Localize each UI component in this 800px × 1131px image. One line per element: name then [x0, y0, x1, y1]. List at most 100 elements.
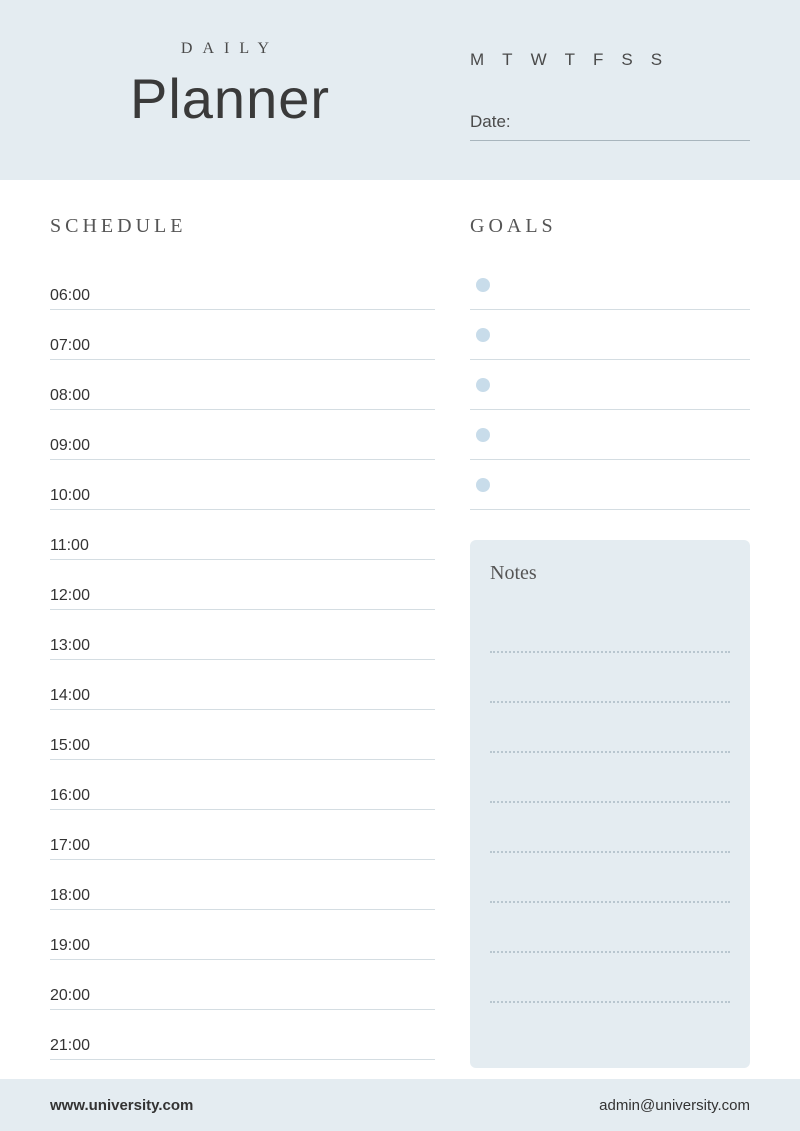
- note-line: [490, 753, 730, 803]
- right-column: GOALS Notes: [470, 215, 750, 1068]
- goal-input[interactable]: [504, 326, 750, 343]
- schedule-row: 08:00: [50, 360, 435, 410]
- header-subtitle: DAILY: [50, 40, 410, 58]
- goal-input[interactable]: [504, 426, 750, 443]
- schedule-input[interactable]: [110, 888, 435, 905]
- schedule-input[interactable]: [110, 1038, 435, 1055]
- schedule-time: 15:00: [50, 737, 110, 755]
- schedule-time: 11:00: [50, 537, 110, 555]
- goal-input[interactable]: [504, 276, 750, 293]
- schedule-row: 19:00: [50, 910, 435, 960]
- schedule-row: 21:00: [50, 1010, 435, 1060]
- schedule-row: 16:00: [50, 760, 435, 810]
- goal-row: [470, 260, 750, 310]
- weekday-mon[interactable]: M: [470, 50, 484, 70]
- note-input[interactable]: [490, 603, 730, 651]
- footer-email: admin@university.com: [599, 1097, 750, 1114]
- bullet-icon: [476, 278, 490, 292]
- schedule-input[interactable]: [110, 688, 435, 705]
- schedule-input[interactable]: [110, 588, 435, 605]
- note-input[interactable]: [490, 953, 730, 1001]
- note-input[interactable]: [490, 753, 730, 801]
- header-title-block: DAILY Planner: [50, 40, 470, 150]
- footer: www.university.com admin@university.com: [0, 1079, 800, 1131]
- goal-row: [470, 310, 750, 360]
- schedule-input[interactable]: [110, 738, 435, 755]
- header: DAILY Planner M T W T F S S Date:: [0, 0, 800, 180]
- schedule-row: 20:00: [50, 960, 435, 1010]
- weekday-sun[interactable]: S: [651, 50, 662, 70]
- schedule-time: 13:00: [50, 637, 110, 655]
- schedule-time: 08:00: [50, 387, 110, 405]
- schedule-input[interactable]: [110, 388, 435, 405]
- schedule-row: 13:00: [50, 610, 435, 660]
- header-right: M T W T F S S Date:: [470, 40, 750, 150]
- schedule-input[interactable]: [110, 288, 435, 305]
- schedule-input[interactable]: [110, 338, 435, 355]
- schedule-row: 09:00: [50, 410, 435, 460]
- schedule-input[interactable]: [110, 788, 435, 805]
- notes-box: Notes: [470, 540, 750, 1068]
- schedule-time: 07:00: [50, 337, 110, 355]
- note-line: [490, 653, 730, 703]
- note-line: [490, 803, 730, 853]
- schedule-input[interactable]: [110, 538, 435, 555]
- weekday-fri[interactable]: F: [593, 50, 603, 70]
- date-label: Date:: [470, 112, 511, 132]
- note-input[interactable]: [490, 853, 730, 901]
- weekday-thu[interactable]: T: [565, 50, 575, 70]
- body: SCHEDULE 06:00 07:00 08:00 09:00 10:00 11:00 1…: [0, 180, 800, 1088]
- schedule-list: 06:00 07:00 08:00 09:00 10:00 11:00 12:00 13:00…: [50, 260, 435, 1060]
- weekday-sat[interactable]: S: [621, 50, 632, 70]
- goal-input[interactable]: [504, 476, 750, 493]
- schedule-input[interactable]: [110, 838, 435, 855]
- schedule-input[interactable]: [110, 938, 435, 955]
- notes-title: Notes: [490, 562, 730, 585]
- schedule-row: 07:00: [50, 310, 435, 360]
- goal-row: [470, 460, 750, 510]
- goals-list: [470, 260, 750, 510]
- schedule-time: 17:00: [50, 837, 110, 855]
- note-input[interactable]: [490, 703, 730, 751]
- weekday-tue[interactable]: T: [502, 50, 512, 70]
- schedule-row: 06:00: [50, 260, 435, 310]
- goal-row: [470, 410, 750, 460]
- date-row: Date:: [470, 112, 750, 141]
- weekday-selector: M T W T F S S: [470, 50, 750, 70]
- schedule-row: 15:00: [50, 710, 435, 760]
- header-title: Planner: [50, 66, 410, 131]
- note-line: [490, 853, 730, 903]
- bullet-icon: [476, 428, 490, 442]
- schedule-time: 12:00: [50, 587, 110, 605]
- note-input[interactable]: [490, 903, 730, 951]
- note-input[interactable]: [490, 653, 730, 701]
- bullet-icon: [476, 328, 490, 342]
- schedule-title: SCHEDULE: [50, 215, 435, 238]
- schedule-column: SCHEDULE 06:00 07:00 08:00 09:00 10:00 11:00 1…: [50, 215, 435, 1068]
- weekday-wed[interactable]: W: [531, 50, 547, 70]
- note-line: [490, 903, 730, 953]
- bullet-icon: [476, 378, 490, 392]
- schedule-time: 09:00: [50, 437, 110, 455]
- schedule-row: 10:00: [50, 460, 435, 510]
- schedule-row: 14:00: [50, 660, 435, 710]
- schedule-input[interactable]: [110, 638, 435, 655]
- schedule-time: 06:00: [50, 287, 110, 305]
- schedule-input[interactable]: [110, 438, 435, 455]
- schedule-time: 14:00: [50, 687, 110, 705]
- note-input[interactable]: [490, 803, 730, 851]
- note-line: [490, 953, 730, 1003]
- note-line: [490, 603, 730, 653]
- date-input[interactable]: [521, 114, 750, 132]
- schedule-row: 17:00: [50, 810, 435, 860]
- goals-title: GOALS: [470, 215, 750, 238]
- footer-website: www.university.com: [50, 1097, 193, 1114]
- note-line: [490, 703, 730, 753]
- goal-input[interactable]: [504, 376, 750, 393]
- schedule-row: 12:00: [50, 560, 435, 610]
- schedule-row: 18:00: [50, 860, 435, 910]
- schedule-time: 10:00: [50, 487, 110, 505]
- schedule-input[interactable]: [110, 488, 435, 505]
- schedule-time: 19:00: [50, 937, 110, 955]
- schedule-input[interactable]: [110, 988, 435, 1005]
